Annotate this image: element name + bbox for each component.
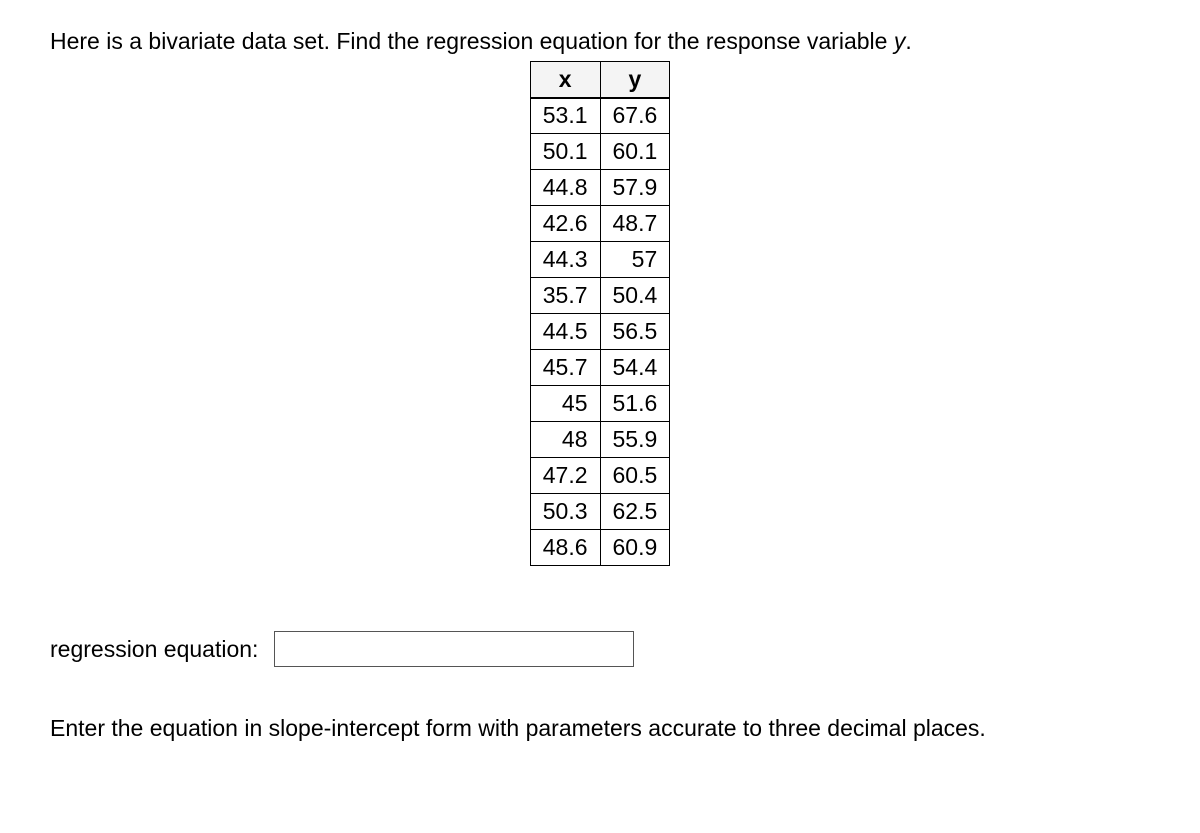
table-row: 44.857.9 (530, 170, 670, 206)
question-prompt: Here is a bivariate data set. Find the r… (50, 28, 1150, 55)
cell-y: 54.4 (600, 350, 670, 386)
table-row: 45.754.4 (530, 350, 670, 386)
table-row: 44.556.5 (530, 314, 670, 350)
cell-y: 57.9 (600, 170, 670, 206)
cell-x: 42.6 (530, 206, 600, 242)
cell-y: 60.9 (600, 530, 670, 566)
table-row: 50.362.5 (530, 494, 670, 530)
cell-x: 44.3 (530, 242, 600, 278)
cell-y: 56.5 (600, 314, 670, 350)
table-row: 4551.6 (530, 386, 670, 422)
prompt-text-end: . (905, 28, 911, 54)
cell-y: 48.7 (600, 206, 670, 242)
prompt-text: Here is a bivariate data set. Find the r… (50, 28, 894, 54)
cell-x: 48.6 (530, 530, 600, 566)
regression-equation-input[interactable] (274, 631, 634, 667)
table-row: 42.648.7 (530, 206, 670, 242)
cell-x: 45.7 (530, 350, 600, 386)
cell-y: 51.6 (600, 386, 670, 422)
cell-x: 44.8 (530, 170, 600, 206)
col-header-x: x (530, 62, 600, 98)
prompt-variable-y: y (894, 28, 906, 54)
cell-x: 44.5 (530, 314, 600, 350)
table-row: 4855.9 (530, 422, 670, 458)
answer-label: regression equation: (50, 636, 258, 663)
table-row: 44.357 (530, 242, 670, 278)
cell-y: 67.6 (600, 98, 670, 134)
data-table: x y 53.167.6 50.160.1 44.857.9 42.648.7 … (530, 61, 671, 566)
table-row: 47.260.5 (530, 458, 670, 494)
cell-y: 50.4 (600, 278, 670, 314)
cell-x: 53.1 (530, 98, 600, 134)
cell-y: 60.1 (600, 134, 670, 170)
table-row: 50.160.1 (530, 134, 670, 170)
cell-x: 47.2 (530, 458, 600, 494)
cell-x: 45 (530, 386, 600, 422)
table-row: 35.750.4 (530, 278, 670, 314)
col-header-y: y (600, 62, 670, 98)
answer-instructions: Enter the equation in slope-intercept fo… (50, 715, 1150, 742)
cell-y: 57 (600, 242, 670, 278)
cell-x: 50.3 (530, 494, 600, 530)
cell-x: 50.1 (530, 134, 600, 170)
cell-x: 35.7 (530, 278, 600, 314)
table-row: 48.660.9 (530, 530, 670, 566)
cell-y: 62.5 (600, 494, 670, 530)
cell-x: 48 (530, 422, 600, 458)
cell-y: 55.9 (600, 422, 670, 458)
table-row: 53.167.6 (530, 98, 670, 134)
cell-y: 60.5 (600, 458, 670, 494)
